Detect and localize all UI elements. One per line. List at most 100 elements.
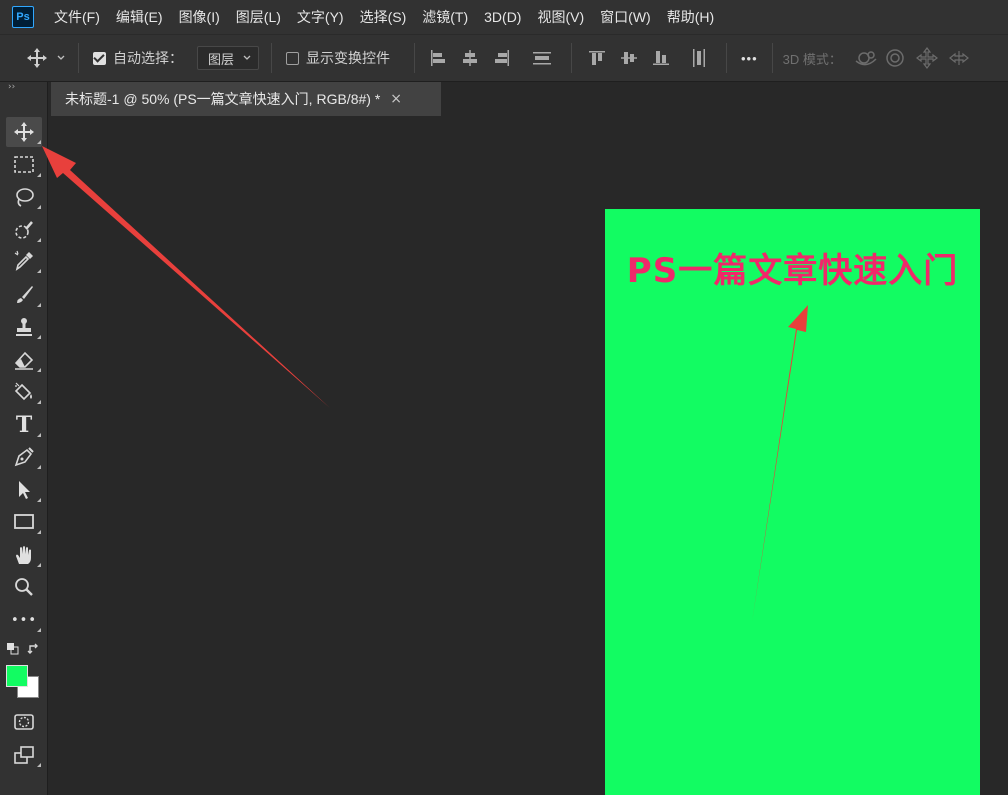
rectangle-shape-icon xyxy=(14,514,34,529)
tool-path-selection[interactable] xyxy=(6,475,42,505)
close-tab-icon[interactable]: × xyxy=(390,91,402,107)
more-tools-icon: ••• xyxy=(10,612,37,628)
auto-select-target-dropdown[interactable]: 图层 xyxy=(197,46,259,70)
roll-3d-camera-icon[interactable] xyxy=(884,47,906,69)
distribute-horizontal-icon[interactable] xyxy=(688,47,710,69)
screen-mode-icon xyxy=(14,746,34,764)
menu-filter[interactable]: 滤镜(T) xyxy=(414,7,476,27)
menu-bar: Ps 文件(F) 编辑(E) 图像(I) 图层(L) 文字(Y) 选择(S) 滤… xyxy=(0,0,1008,34)
orbit-3d-camera-icon[interactable] xyxy=(854,47,878,69)
tool-brush[interactable] xyxy=(6,280,42,310)
tool-quick-selection[interactable] xyxy=(6,215,42,245)
type-icon: T xyxy=(15,412,33,438)
align-bottom-edges-icon[interactable] xyxy=(650,47,672,69)
menu-view[interactable]: 视图(V) xyxy=(529,7,592,27)
menu-select[interactable]: 选择(S) xyxy=(352,7,415,27)
tool-group-indicator xyxy=(37,628,41,632)
divider xyxy=(571,43,572,73)
align-top-edges-icon[interactable] xyxy=(586,47,608,69)
slide-3d-camera-icon[interactable] xyxy=(948,47,970,69)
tool-group-indicator xyxy=(37,303,41,307)
tool-group-indicator xyxy=(37,335,41,339)
tool-group-indicator xyxy=(37,368,41,372)
pen-icon xyxy=(14,447,34,467)
tool-clone-stamp[interactable] xyxy=(6,312,42,342)
align-left-edges-icon[interactable] xyxy=(427,47,449,69)
quick-selection-icon xyxy=(15,221,33,239)
divider xyxy=(726,43,727,73)
menu-3d[interactable]: 3D(D) xyxy=(476,9,529,25)
menu-layer[interactable]: 图层(L) xyxy=(228,7,289,27)
menu-image[interactable]: 图像(I) xyxy=(171,7,228,27)
tool-group-indicator xyxy=(37,433,41,437)
menu-window[interactable]: 窗口(W) xyxy=(592,7,659,27)
tool-move[interactable] xyxy=(6,117,42,147)
brush-icon xyxy=(17,286,33,303)
tool-pen[interactable] xyxy=(6,442,42,472)
menu-help[interactable]: 帮助(H) xyxy=(659,7,722,27)
tool-group-indicator xyxy=(37,238,41,242)
tool-lasso[interactable] xyxy=(6,182,42,212)
tool-type[interactable]: T xyxy=(6,410,42,440)
hand-icon xyxy=(16,546,31,564)
move-tool-icon[interactable] xyxy=(26,47,48,69)
document-canvas[interactable]: PS一篇文章快速入门 xyxy=(605,209,980,795)
foreground-color-swatch[interactable] xyxy=(6,665,28,687)
marquee-icon xyxy=(14,156,34,173)
document-text-layer[interactable]: PS一篇文章快速入门 xyxy=(605,243,980,292)
document-tab-bar: 未标题-1 @ 50% (PS一篇文章快速入门, RGB/8#) * × xyxy=(48,82,1008,116)
menu-edit[interactable]: 编辑(E) xyxy=(108,7,171,27)
tool-group-indicator xyxy=(37,400,41,404)
document-tab-title: 未标题-1 @ 50% (PS一篇文章快速入门, RGB/8#) * xyxy=(65,91,381,107)
eraser-icon xyxy=(14,351,34,370)
swap-colors-icon[interactable] xyxy=(27,642,41,656)
photoshop-logo-icon: Ps xyxy=(12,6,34,28)
pan-3d-camera-icon[interactable] xyxy=(915,47,938,69)
tool-eyedropper[interactable] xyxy=(6,246,42,276)
tool-hand[interactable] xyxy=(6,540,42,570)
tool-quick-mask[interactable] xyxy=(6,707,42,737)
tool-group-indicator xyxy=(37,530,41,534)
align-vertical-centers-icon[interactable] xyxy=(618,47,640,69)
document-tab[interactable]: 未标题-1 @ 50% (PS一篇文章快速入门, RGB/8#) * × xyxy=(51,82,441,116)
menu-type[interactable]: 文字(Y) xyxy=(289,7,352,27)
tool-screen-mode[interactable] xyxy=(6,740,42,770)
tool-group-indicator xyxy=(37,269,41,273)
menu-file[interactable]: 文件(F) xyxy=(46,7,108,27)
3d-mode-label: 3D 模式： xyxy=(782,51,842,67)
align-horizontal-centers-icon[interactable] xyxy=(459,47,481,69)
tool-zoom[interactable] xyxy=(6,572,42,602)
show-transform-controls-checkbox[interactable] xyxy=(286,51,299,65)
tool-group-indicator xyxy=(37,563,41,567)
auto-select-label: 自动选择： xyxy=(113,50,183,66)
divider xyxy=(78,43,79,73)
tool-preset-chevron-down-icon[interactable] xyxy=(56,53,66,63)
tool-group-indicator xyxy=(37,498,41,502)
paint-bucket-icon xyxy=(14,382,32,401)
tool-group-indicator xyxy=(37,763,41,767)
align-right-edges-icon[interactable] xyxy=(491,47,513,69)
tool-rectangular-marquee[interactable] xyxy=(6,150,42,180)
magnifier-icon xyxy=(15,578,33,596)
auto-select-checkbox[interactable] xyxy=(93,51,106,65)
tool-group-indicator xyxy=(37,465,41,469)
lasso-icon xyxy=(16,188,34,207)
panel-collapse-icon[interactable]: ›› xyxy=(0,82,47,100)
tool-eraser[interactable] xyxy=(6,345,42,375)
tool-group-indicator xyxy=(37,173,41,177)
default-colors-icon[interactable] xyxy=(6,642,20,656)
tool-edit-toolbar[interactable]: ••• xyxy=(6,605,42,635)
show-transform-controls-label: 显示变换控件 xyxy=(306,50,390,66)
more-options-button[interactable]: ••• xyxy=(741,51,758,66)
move-icon xyxy=(14,122,34,142)
tool-rectangle[interactable] xyxy=(6,507,42,537)
tool-paint-bucket[interactable] xyxy=(6,377,42,407)
distribute-vertical-icon[interactable] xyxy=(531,47,553,69)
divider xyxy=(771,43,773,73)
divider xyxy=(414,43,415,73)
divider xyxy=(271,43,272,73)
eyedropper-icon xyxy=(14,250,33,271)
options-bar: 自动选择： 图层 显示变换控件 ••• 3D 模式： xyxy=(0,34,1008,82)
auto-select-target-value: 图层 xyxy=(208,51,235,67)
stamp-icon xyxy=(16,318,32,336)
